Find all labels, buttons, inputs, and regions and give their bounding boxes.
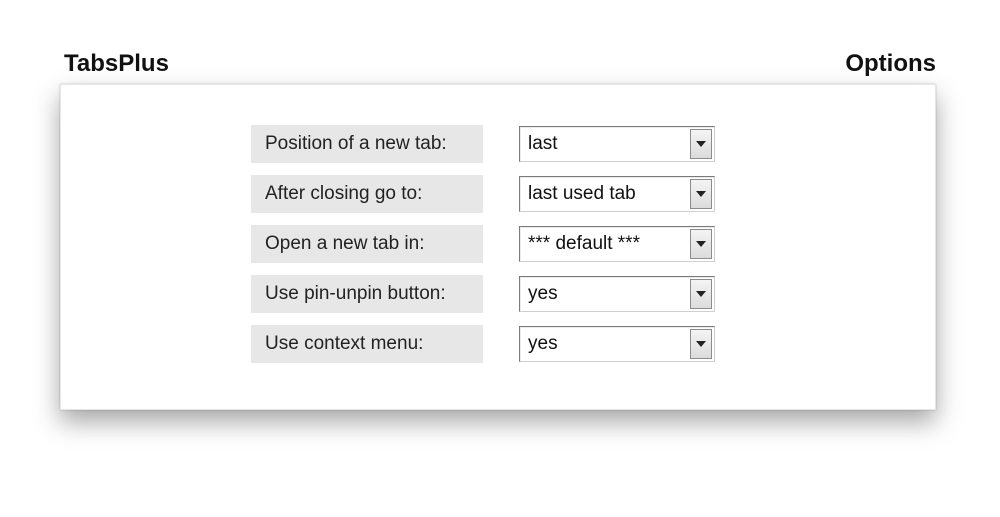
select-open-new-tab-in[interactable]: *** default *** <box>519 226 715 262</box>
chevron-down-icon <box>690 179 712 209</box>
select-value: yes <box>528 333 558 355</box>
select-position-new-tab[interactable]: last <box>519 126 715 162</box>
option-label-open-new-tab-in: Open a new tab in: <box>251 225 483 263</box>
app-title: TabsPlus <box>64 50 169 78</box>
chevron-down-icon <box>690 279 712 309</box>
option-label-after-closing: After closing go to: <box>251 175 483 213</box>
option-row-open-new-tab-in: Open a new tab in: *** default *** <box>251 225 715 263</box>
chevron-down-icon <box>690 229 712 259</box>
chevron-down-icon <box>690 129 712 159</box>
header: TabsPlus Options <box>60 50 940 84</box>
option-row-use-pin-unpin: Use pin-unpin button: yes <box>251 275 715 313</box>
option-row-use-context-menu: Use context menu: yes <box>251 325 715 363</box>
chevron-down-icon <box>690 329 712 359</box>
select-after-closing[interactable]: last used tab <box>519 176 715 212</box>
options-form: Position of a new tab: last After closin… <box>251 113 715 375</box>
select-value: *** default *** <box>528 233 640 255</box>
options-panel: Position of a new tab: last After closin… <box>60 84 936 410</box>
select-value: last <box>528 133 558 155</box>
window: TabsPlus Options Position of a new tab: … <box>0 0 1000 410</box>
option-label-position-new-tab: Position of a new tab: <box>251 125 483 163</box>
select-use-context-menu[interactable]: yes <box>519 326 715 362</box>
page-title: Options <box>845 50 936 78</box>
select-use-pin-unpin[interactable]: yes <box>519 276 715 312</box>
select-value: last used tab <box>528 183 636 205</box>
option-label-use-pin-unpin: Use pin-unpin button: <box>251 275 483 313</box>
option-row-position-new-tab: Position of a new tab: last <box>251 125 715 163</box>
option-row-after-closing: After closing go to: last used tab <box>251 175 715 213</box>
option-label-use-context-menu: Use context menu: <box>251 325 483 363</box>
select-value: yes <box>528 283 558 305</box>
